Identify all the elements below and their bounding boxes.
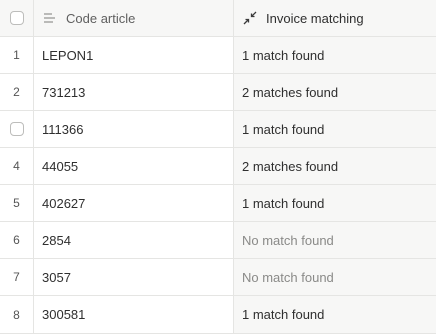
match-cell[interactable]: 1 match found bbox=[234, 185, 436, 221]
code-cell[interactable]: 44055 bbox=[34, 148, 234, 184]
select-all-checkbox[interactable] bbox=[9, 11, 24, 25]
table-row[interactable]: 4 44055 2 matches found bbox=[0, 148, 436, 185]
match-cell[interactable]: 1 match found bbox=[234, 296, 436, 333]
row-number-cell: 5 bbox=[0, 185, 34, 221]
match-status: No match found bbox=[242, 232, 334, 248]
collapse-arrows-icon bbox=[242, 10, 258, 26]
row-number-cell: 7 bbox=[0, 259, 34, 295]
match-cell[interactable]: 1 match found bbox=[234, 111, 436, 147]
match-cell[interactable]: 1 match found bbox=[234, 37, 436, 73]
code-value: 2854 bbox=[42, 232, 71, 248]
match-status: 2 matches found bbox=[242, 158, 339, 174]
code-value: 44055 bbox=[42, 158, 79, 174]
select-all-cell bbox=[0, 0, 34, 36]
row-number: 8 bbox=[13, 307, 20, 322]
table-row[interactable]: 7 3057 No match found bbox=[0, 259, 436, 296]
code-value: 3057 bbox=[42, 269, 71, 285]
match-status: 1 match found bbox=[242, 47, 325, 63]
code-value: LEPON1 bbox=[42, 47, 94, 63]
row-number: 7 bbox=[13, 270, 20, 284]
table-row[interactable]: 8 300581 1 match found bbox=[0, 296, 436, 334]
row-number: 4 bbox=[13, 159, 20, 173]
code-value: 731213 bbox=[42, 84, 86, 100]
row-number-cell: 6 bbox=[0, 222, 34, 258]
row-number: 1 bbox=[13, 48, 20, 62]
code-value: 300581 bbox=[42, 307, 86, 322]
sort-lines-icon bbox=[42, 10, 58, 26]
column-header-label: Invoice matching bbox=[266, 10, 364, 26]
match-status: 1 match found bbox=[242, 195, 325, 211]
code-cell[interactable]: 2854 bbox=[34, 222, 234, 258]
row-number-cell: 1 bbox=[0, 37, 34, 73]
table-row[interactable]: 111366 1 match found bbox=[0, 111, 436, 148]
match-cell[interactable]: No match found bbox=[234, 222, 436, 258]
row-number: 2 bbox=[13, 85, 20, 99]
column-header-code-article[interactable]: Code article bbox=[34, 0, 234, 36]
match-status: 2 matches found bbox=[242, 84, 339, 100]
table-row[interactable]: 5 402627 1 match found bbox=[0, 185, 436, 222]
code-value: 402627 bbox=[42, 195, 86, 211]
row-select-cell bbox=[0, 111, 34, 147]
code-cell[interactable]: LEPON1 bbox=[34, 37, 234, 73]
header-row: Code article Invoice matching bbox=[0, 0, 436, 37]
match-status: No match found bbox=[242, 269, 334, 285]
row-number-cell: 2 bbox=[0, 74, 34, 110]
data-grid: Code article Invoice matching 1 LEPON1 1… bbox=[0, 0, 436, 334]
row-number-cell: 8 bbox=[0, 296, 34, 333]
column-header-invoice-matching[interactable]: Invoice matching bbox=[234, 0, 436, 36]
code-cell[interactable]: 731213 bbox=[34, 74, 234, 110]
row-number: 6 bbox=[13, 233, 20, 247]
match-cell[interactable]: 2 matches found bbox=[234, 74, 436, 110]
code-cell[interactable]: 402627 bbox=[34, 185, 234, 221]
code-value: 111366 bbox=[42, 121, 84, 137]
match-status: 1 match found bbox=[242, 121, 325, 137]
table-row[interactable]: 1 LEPON1 1 match found bbox=[0, 37, 436, 74]
table-row[interactable]: 2 731213 2 matches found bbox=[0, 74, 436, 111]
code-cell[interactable]: 3057 bbox=[34, 259, 234, 295]
column-header-label: Code article bbox=[66, 10, 136, 26]
row-number-cell: 4 bbox=[0, 148, 34, 184]
match-status: 1 match found bbox=[242, 307, 325, 322]
code-cell[interactable]: 111366 bbox=[34, 111, 234, 147]
match-cell[interactable]: 2 matches found bbox=[234, 148, 436, 184]
table-row[interactable]: 6 2854 No match found bbox=[0, 222, 436, 259]
code-cell[interactable]: 300581 bbox=[34, 296, 234, 333]
row-checkbox[interactable] bbox=[9, 122, 24, 136]
match-cell[interactable]: No match found bbox=[234, 259, 436, 295]
row-number: 5 bbox=[13, 196, 20, 210]
